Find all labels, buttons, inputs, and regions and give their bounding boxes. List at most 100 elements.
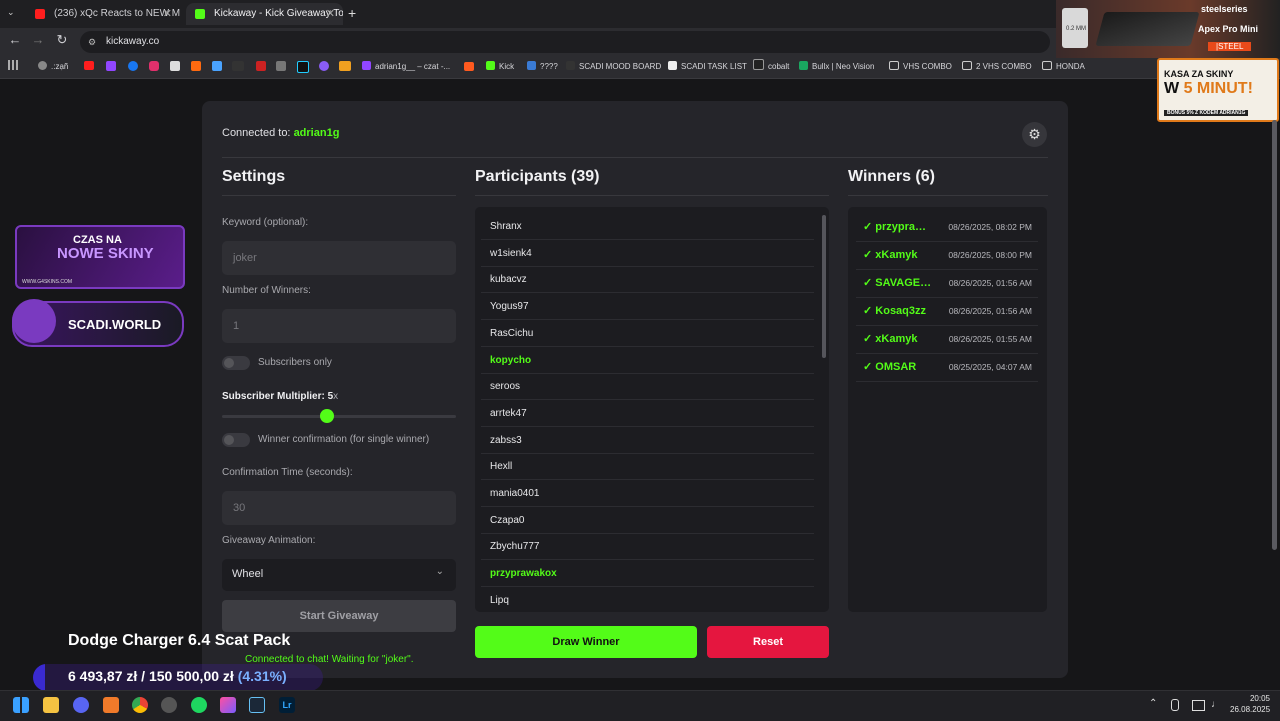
youtube-icon[interactable] (84, 61, 94, 70)
tab-title: Kickaway - Kick Giveaway Tool (214, 8, 343, 19)
app-icon[interactable] (220, 697, 236, 713)
participant-row: arrtek47 (481, 401, 814, 427)
check-icon: ✓ (863, 249, 873, 261)
tab-list-chevron-icon[interactable]: ⌄ (7, 7, 15, 18)
bookmark-icon[interactable] (319, 61, 329, 71)
bookmark-item[interactable]: cobalt (753, 59, 789, 75)
soundcloud-icon[interactable] (191, 61, 201, 71)
winner-confirmation-toggle[interactable] (222, 433, 250, 447)
goal-title: Dodge Charger 6.4 Scat Pack (68, 632, 291, 649)
animation-selected: Wheel (232, 568, 264, 580)
instagram-icon[interactable] (149, 61, 159, 71)
reset-button[interactable]: Reset (707, 626, 829, 658)
bookmark-icon[interactable] (339, 61, 351, 71)
youtube-icon (35, 9, 45, 19)
apps-grid-icon[interactable] (8, 60, 18, 70)
participant-row: zabss3 (481, 428, 814, 454)
lightroom-icon[interactable]: Lr (279, 697, 295, 713)
check-icon: ✓ (863, 277, 873, 289)
address-bar[interactable]: ⚙ kickaway.co (80, 31, 1050, 53)
globe-icon (38, 61, 47, 70)
winner-name: ✓ xKamyk (863, 249, 918, 261)
subscribers-only-toggle[interactable] (222, 356, 250, 370)
confirmation-time-input[interactable]: 30 (222, 491, 456, 525)
winner-row: ✓ przyprawakox 08/26/2025, 08:02 PM (856, 213, 1038, 242)
goal-progress-fill (33, 664, 46, 691)
app-icon[interactable] (103, 697, 119, 713)
ad-text: SCADI.WORLD (68, 317, 162, 332)
participants-title: Participants (39) (475, 168, 600, 185)
tab-title: (236) xQc Reacts to NEW Minec (54, 8, 180, 19)
back-icon[interactable]: ← (6, 32, 24, 47)
winner-time: 08/26/2025, 01:55 AM (948, 334, 1032, 344)
multiplier-slider-track[interactable] (222, 415, 456, 418)
windows-start-icon[interactable] (13, 697, 29, 713)
bookmark-item[interactable]: SCADI TASK LIST (668, 59, 747, 75)
site-info-icon[interactable]: ⚙ (88, 31, 96, 53)
participant-row: seroos (481, 374, 814, 401)
winner-time: 08/25/2025, 04:07 AM (948, 362, 1032, 372)
confirmation-time-label: Confirmation Time (seconds): (222, 467, 353, 478)
participant-row: mania0401 (481, 481, 814, 507)
new-tab-button[interactable]: + (348, 5, 356, 21)
bookmark-item[interactable]: .:zạñ (38, 59, 68, 75)
bookmark-item[interactable]: SCADI MOOD BOARD (566, 59, 661, 75)
settings-gear-button[interactable]: ⚙ (1022, 122, 1047, 147)
keyword-label: Keyword (optional): (222, 217, 309, 228)
page-scrollbar[interactable] (1272, 120, 1277, 550)
steelseries-ad: 0.2 MM steelseries Apex Pro Mini |STEEL (1056, 0, 1280, 58)
facebook-icon[interactable] (128, 61, 138, 71)
settings-divider (222, 195, 456, 196)
winner-time: 08/26/2025, 01:56 AM (948, 306, 1032, 316)
steam-icon[interactable] (161, 697, 177, 713)
bookmark-icon[interactable] (464, 62, 474, 71)
bookmark-item[interactable]: adrian1g__ – czat -... (362, 59, 450, 75)
discord-icon[interactable] (73, 697, 89, 713)
winner-row: ✓ xKamyk 08/26/2025, 08:00 PM (856, 241, 1038, 270)
bookmark-item[interactable]: Bullx | Neo Vision (799, 59, 874, 75)
keyword-input[interactable]: joker (222, 241, 456, 275)
tab-kickaway[interactable]: Kickaway - Kick Giveaway Tool ✕ (186, 3, 343, 25)
chrome-icon[interactable] (132, 697, 148, 713)
close-tab-icon[interactable]: ✕ (163, 3, 172, 25)
microphone-icon[interactable] (1171, 699, 1179, 711)
clock-date: 26.08.2025 (1230, 705, 1271, 714)
participant-row: Zbychu777 (481, 534, 814, 561)
spotify-icon[interactable] (191, 697, 207, 713)
volume-icon[interactable]: ♩ (1211, 699, 1221, 710)
ad-url: WWW.G4SKINS.COM (22, 279, 72, 285)
check-icon: ✓ (863, 305, 873, 317)
close-tab-icon[interactable]: ✕ (326, 3, 335, 25)
tiktok-icon[interactable] (297, 61, 309, 73)
network-icon[interactable] (1192, 700, 1205, 711)
participant-row: Yogus97 (481, 294, 814, 321)
channel-name: adrian1g (293, 127, 340, 139)
bookmark-folder[interactable]: 2 VHS COMBO (962, 59, 1032, 75)
reload-icon[interactable]: ↻ (53, 32, 71, 48)
bookmark-icon[interactable] (276, 61, 286, 71)
participants-list: Shranx w1sienk4 kubacvz Yogus97 RasCichu kopy… (475, 207, 829, 612)
bookmark-folder[interactable]: HONDA (1042, 59, 1085, 75)
twitch-icon[interactable] (106, 61, 116, 71)
forward-icon[interactable]: → (29, 32, 47, 47)
tab-youtube[interactable]: (236) xQc Reacts to NEW Minec ✕ (26, 3, 180, 25)
start-giveaway-button[interactable]: Start Giveaway (222, 600, 456, 632)
clock[interactable]: 20:05 26.08.2025 (1230, 693, 1270, 715)
tray-chevron-icon[interactable]: ⌃ (1149, 698, 1157, 709)
file-explorer-icon[interactable] (43, 697, 59, 713)
steam-client-icon[interactable] (249, 697, 265, 713)
tip-icon[interactable] (232, 61, 244, 71)
bookmark-item[interactable]: ???? (527, 59, 558, 75)
draw-winner-button[interactable]: Draw Winner (475, 626, 697, 658)
bookmark-folder[interactable]: VHS COMBO (889, 59, 952, 75)
x-icon[interactable] (170, 61, 180, 71)
winners-count-input[interactable]: 1 (222, 309, 456, 343)
connection-status: Connected to: adrian1g (222, 127, 340, 139)
folder-icon (889, 61, 899, 70)
animation-select[interactable]: Wheel ⌄ (222, 559, 456, 591)
bookmark-icon[interactable] (256, 61, 266, 71)
bookmark-item[interactable]: Kick (486, 59, 514, 75)
participants-scrollbar[interactable] (822, 215, 826, 358)
bookmark-icon[interactable] (212, 61, 222, 71)
participant-row: w1sienk4 (481, 241, 814, 267)
